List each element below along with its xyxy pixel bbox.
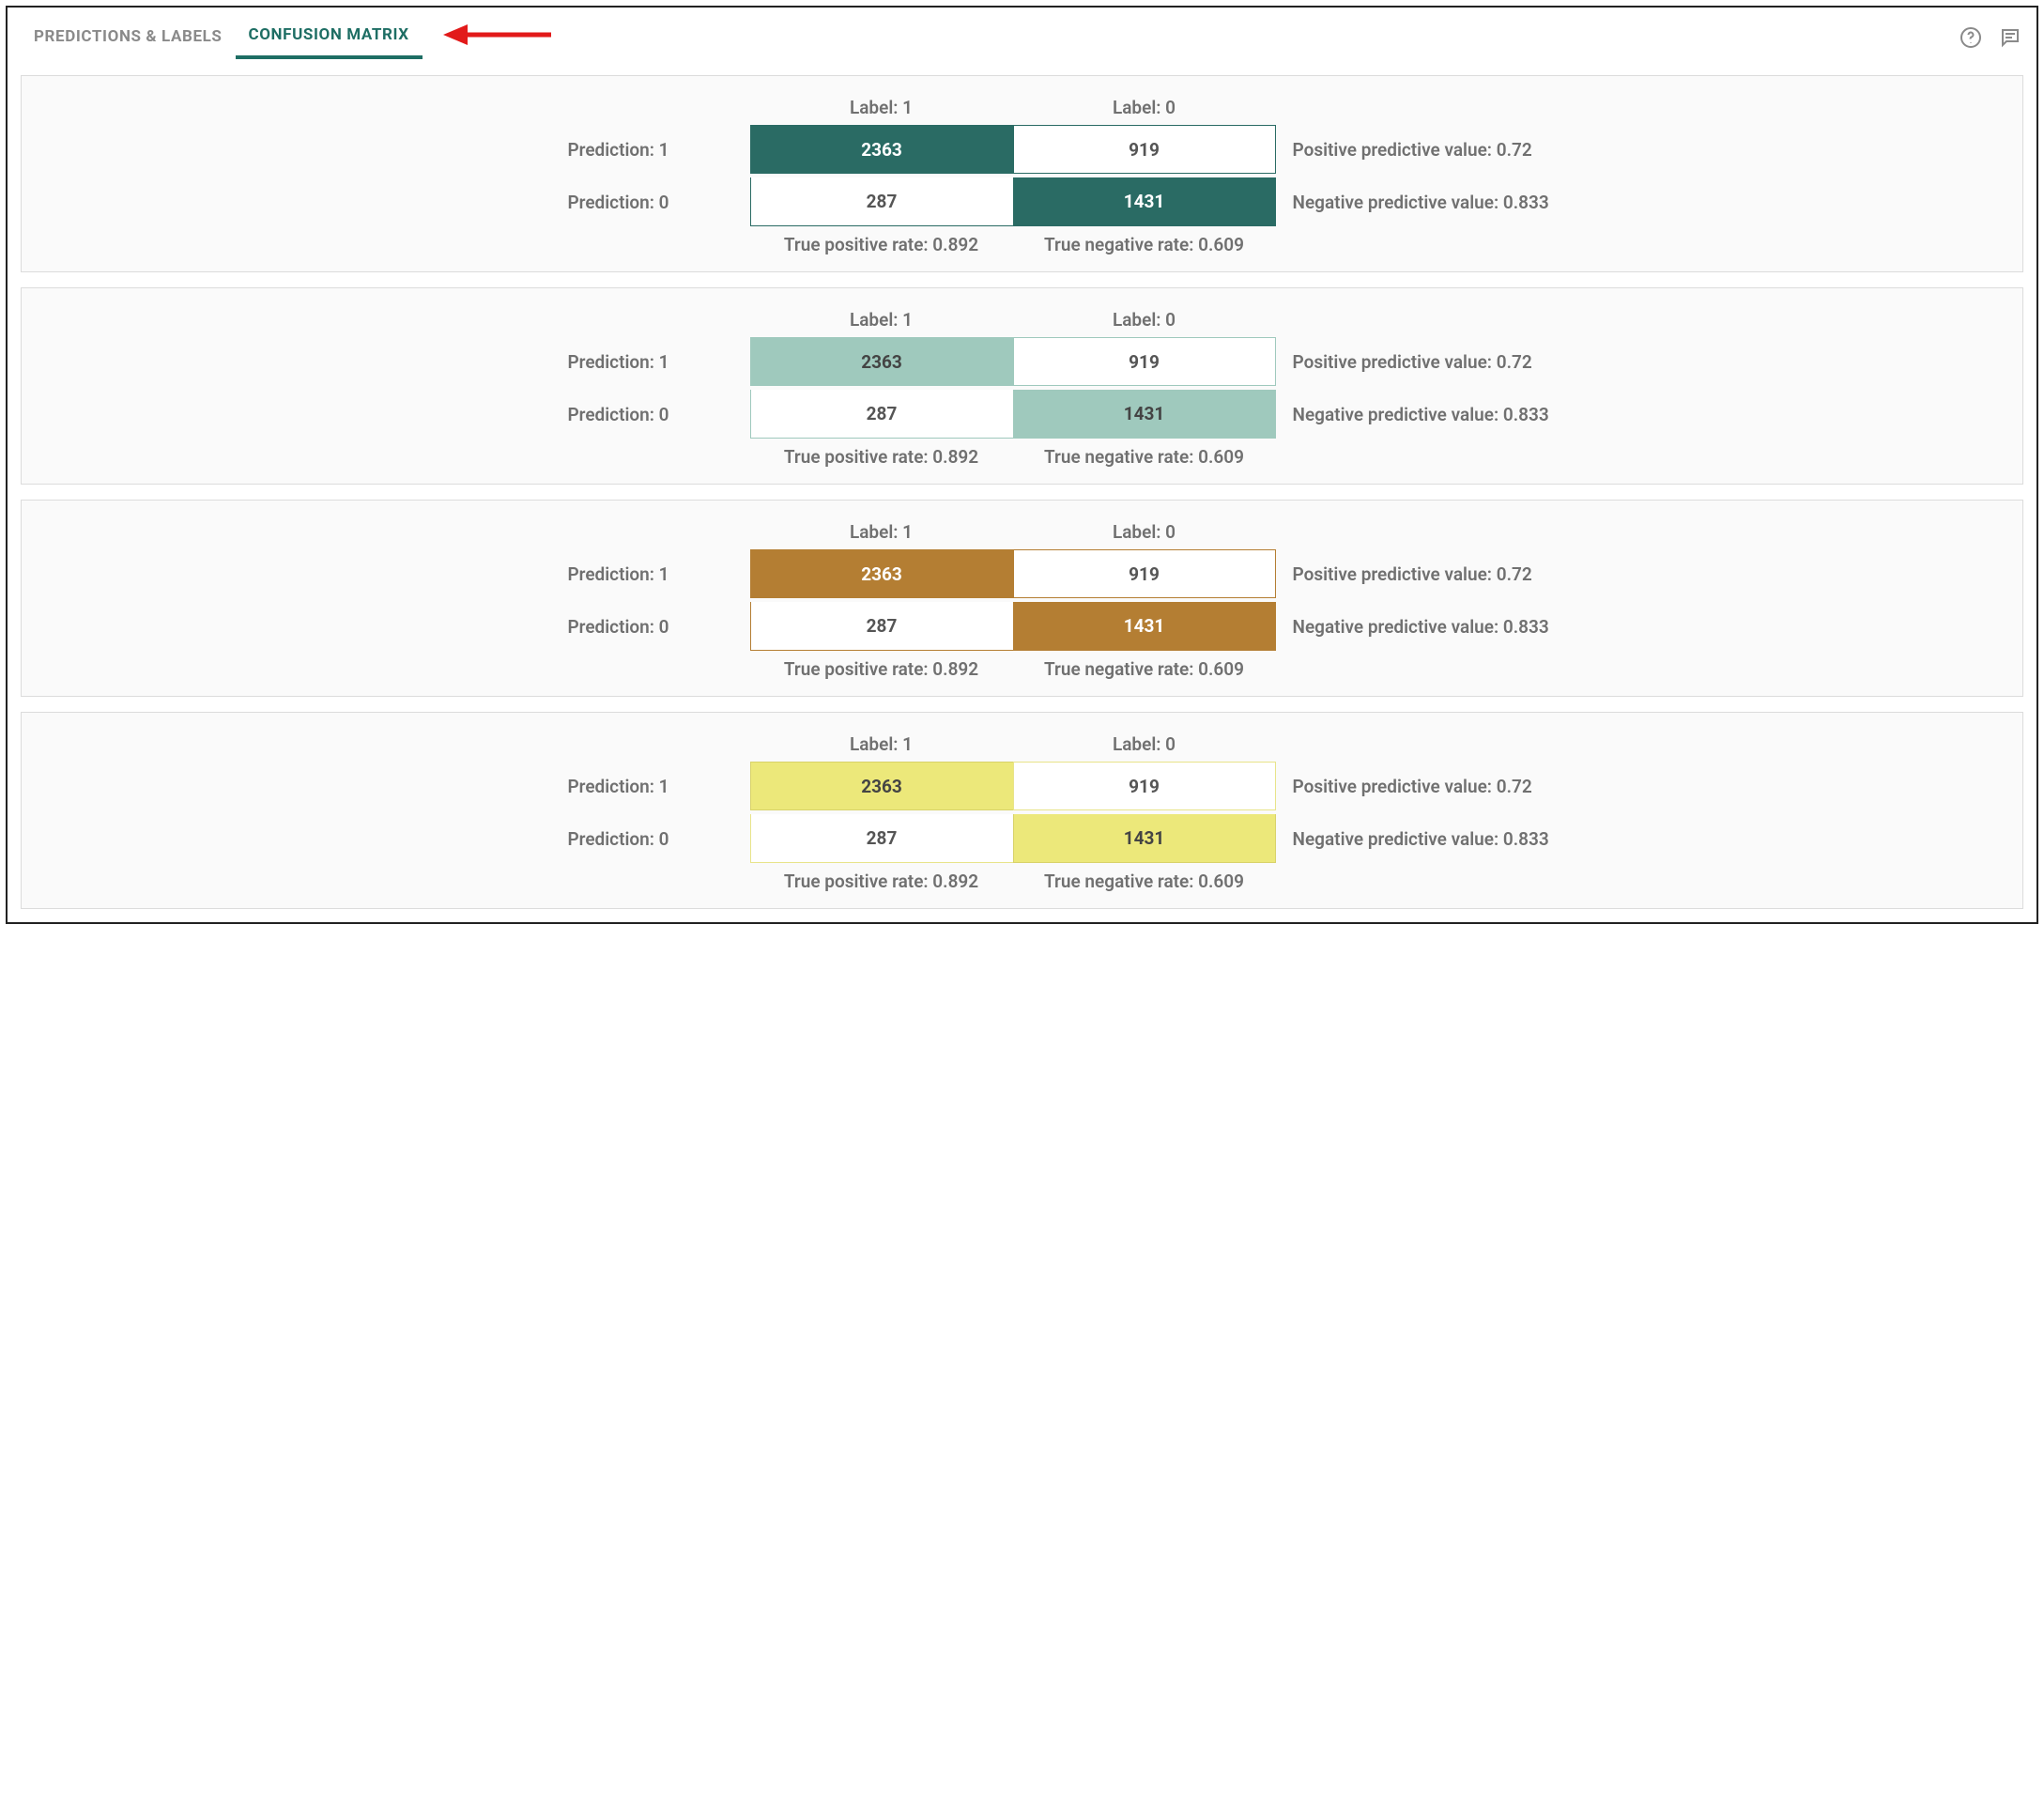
tnr-value: True negative rate: 0.609	[1013, 234, 1276, 255]
col-header-label-0: Label: 0	[1013, 309, 1276, 331]
row-header-pred-0: Prediction: 0	[487, 616, 750, 638]
row-header-pred-1: Prediction: 1	[487, 776, 750, 797]
col-header-label-1: Label: 1	[750, 97, 1013, 118]
ppv-value: Positive predictive value: 0.72	[1276, 563, 1558, 585]
row-header-pred-0: Prediction: 0	[487, 404, 750, 425]
tab-predictions-labels[interactable]: PREDICTIONS & LABELS	[21, 18, 236, 57]
cell-fp: 919	[1013, 125, 1276, 174]
comment-icon[interactable]	[1997, 24, 2023, 51]
col-header-label-0: Label: 0	[1013, 733, 1276, 755]
npv-value: Negative predictive value: 0.833	[1276, 616, 1558, 638]
npv-value: Negative predictive value: 0.833	[1276, 192, 1558, 213]
help-icon[interactable]	[1958, 24, 1984, 51]
row-header-pred-1: Prediction: 1	[487, 563, 750, 585]
col-header-label-1: Label: 1	[750, 733, 1013, 755]
row-header-pred-0: Prediction: 0	[487, 828, 750, 850]
cell-tp: 2363	[750, 549, 1013, 598]
confusion-matrix-grid: Label: 1Label: 0 Prediction: 12363919Posi…	[487, 517, 1558, 683]
row-header-pred-1: Prediction: 1	[487, 351, 750, 373]
row-header-pred-1: Prediction: 1	[487, 139, 750, 161]
cell-tn: 1431	[1013, 602, 1276, 651]
tpr-value: True positive rate: 0.892	[750, 446, 1013, 468]
col-header-label-1: Label: 1	[750, 521, 1013, 543]
tpr-value: True positive rate: 0.892	[750, 234, 1013, 255]
tnr-value: True negative rate: 0.609	[1013, 871, 1276, 892]
cell-tp: 2363	[750, 337, 1013, 386]
ppv-value: Positive predictive value: 0.72	[1276, 139, 1558, 161]
arrow-icon	[443, 19, 556, 51]
confusion-matrix-card: Label: 1Label: 0 Prediction: 12363919Posi…	[21, 287, 2023, 485]
cell-fp: 919	[1013, 549, 1276, 598]
cell-tp: 2363	[750, 762, 1013, 810]
panel-frame: PREDICTIONS & LABELS CONFUSION MATRIX La…	[6, 6, 2038, 924]
confusion-matrix-grid: Label: 1Label: 0 Prediction: 12363919Posi…	[487, 93, 1558, 258]
cell-fn: 287	[750, 390, 1013, 439]
ppv-value: Positive predictive value: 0.72	[1276, 776, 1558, 797]
row-header-pred-0: Prediction: 0	[487, 192, 750, 213]
tabs-row: PREDICTIONS & LABELS CONFUSION MATRIX	[21, 15, 2023, 60]
npv-value: Negative predictive value: 0.833	[1276, 828, 1558, 850]
ppv-value: Positive predictive value: 0.72	[1276, 351, 1558, 373]
col-header-label-0: Label: 0	[1013, 521, 1276, 543]
cell-fn: 287	[750, 177, 1013, 226]
col-header-label-1: Label: 1	[750, 309, 1013, 331]
confusion-matrix-card: Label: 1Label: 0 Prediction: 12363919Posi…	[21, 500, 2023, 697]
confusion-matrix-card: Label: 1Label: 0 Prediction: 12363919Posi…	[21, 712, 2023, 909]
tnr-value: True negative rate: 0.609	[1013, 446, 1276, 468]
tnr-value: True negative rate: 0.609	[1013, 658, 1276, 680]
confusion-matrix-grid: Label: 1Label: 0 Prediction: 12363919Posi…	[487, 305, 1558, 470]
cell-fn: 287	[750, 602, 1013, 651]
npv-value: Negative predictive value: 0.833	[1276, 404, 1558, 425]
tpr-value: True positive rate: 0.892	[750, 658, 1013, 680]
confusion-matrix-grid: Label: 1Label: 0 Prediction: 12363919Posi…	[487, 730, 1558, 895]
cell-tn: 1431	[1013, 814, 1276, 863]
cell-fn: 287	[750, 814, 1013, 863]
cell-tp: 2363	[750, 125, 1013, 174]
cell-tn: 1431	[1013, 390, 1276, 439]
cell-fp: 919	[1013, 337, 1276, 386]
cell-fp: 919	[1013, 762, 1276, 810]
cell-tn: 1431	[1013, 177, 1276, 226]
matrices-container: Label: 1Label: 0Prediction: 12363919Posi…	[21, 75, 2023, 909]
confusion-matrix-card: Label: 1Label: 0 Prediction: 12363919Posi…	[21, 75, 2023, 272]
tpr-value: True positive rate: 0.892	[750, 871, 1013, 892]
col-header-label-0: Label: 0	[1013, 97, 1276, 118]
tab-confusion-matrix[interactable]: CONFUSION MATRIX	[236, 16, 423, 59]
